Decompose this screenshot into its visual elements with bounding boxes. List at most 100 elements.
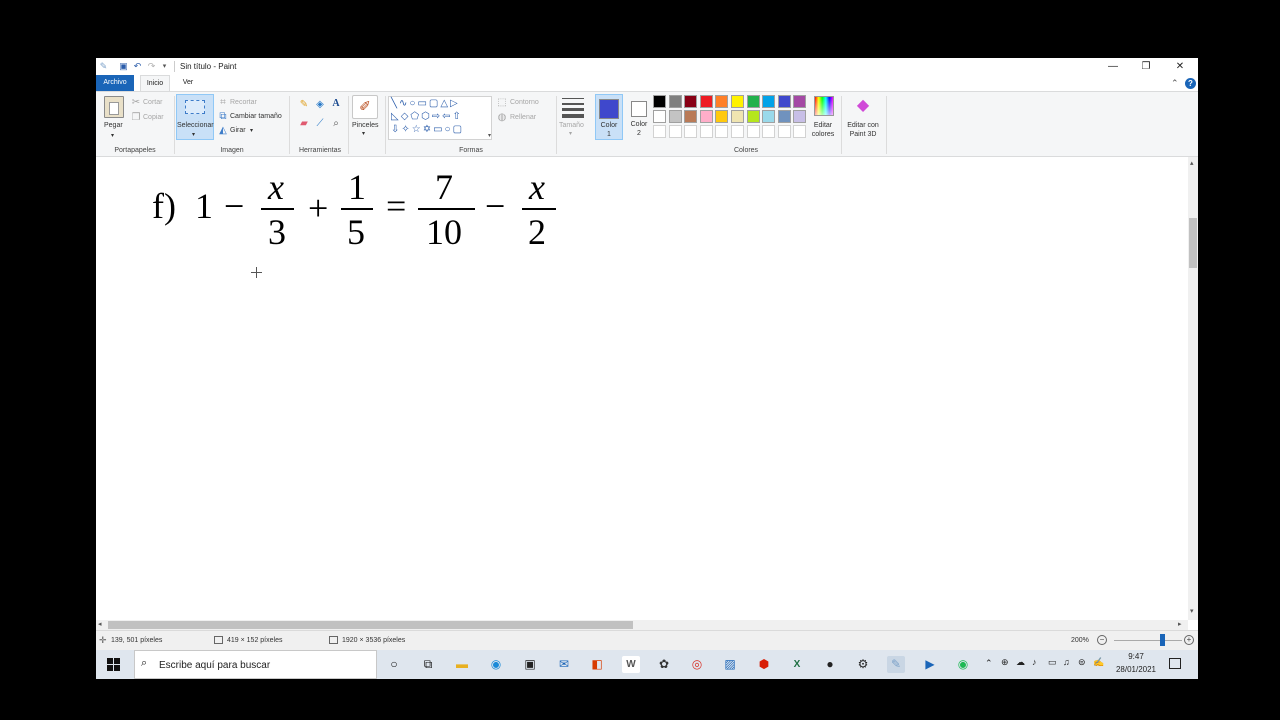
tab-file[interactable]: Archivo: [96, 75, 134, 91]
mail-icon[interactable]: ✉: [555, 656, 573, 673]
collapse-ribbon-icon[interactable]: ⌃: [1171, 78, 1179, 89]
scroll-down-icon[interactable]: ▾: [1190, 607, 1194, 615]
palette-swatch[interactable]: [746, 125, 760, 138]
scroll-up-icon[interactable]: ▴: [1190, 159, 1194, 167]
outline-label[interactable]: Contorno: [510, 99, 539, 106]
excel-icon[interactable]: X: [788, 656, 806, 673]
settings-gear-icon[interactable]: ⚙: [854, 656, 872, 673]
palette-swatch[interactable]: [653, 95, 666, 108]
palette-swatch[interactable]: [668, 95, 682, 108]
brushes-label[interactable]: Pinceles: [352, 122, 378, 129]
pen-icon[interactable]: ✍: [1093, 657, 1104, 668]
cut-label[interactable]: Cortar: [143, 99, 162, 106]
crop-label[interactable]: Recortar: [230, 99, 257, 106]
office-icon[interactable]: ◧: [588, 656, 606, 673]
select-button[interactable]: Seleccionar ▾: [176, 94, 214, 140]
rotate-dropdown-icon[interactable]: ▾: [250, 127, 253, 134]
clock-date[interactable]: 28/01/2021: [1109, 665, 1163, 674]
save-icon[interactable]: ▣: [118, 61, 129, 72]
undo-icon[interactable]: ↶: [132, 61, 143, 72]
scroll-right-icon[interactable]: ▸: [1178, 620, 1182, 628]
edit-colors-label[interactable]: Editar: [808, 122, 838, 129]
fill-icon[interactable]: ◈: [314, 99, 326, 111]
taskbar-search-box[interactable]: ⌕ Escribe aquí para buscar: [134, 650, 377, 679]
brushes-button[interactable]: ✐: [352, 95, 378, 119]
tab-view[interactable]: Ver: [176, 75, 200, 91]
brushes-dropdown-icon[interactable]: ▾: [362, 130, 365, 137]
palette-swatch[interactable]: [777, 110, 791, 123]
zoom-slider-track[interactable]: [1114, 640, 1182, 641]
palette-swatch[interactable]: [777, 125, 791, 138]
clock-time[interactable]: 9:47: [1109, 652, 1163, 661]
size-dropdown-icon[interactable]: ▾: [569, 130, 572, 137]
horizontal-scroll-thumb[interactable]: [108, 621, 633, 629]
wps-icon[interactable]: W: [622, 656, 640, 673]
tray-icon[interactable]: ⊕: [1001, 657, 1009, 668]
notifications-icon[interactable]: [1169, 658, 1181, 669]
palette-swatch[interactable]: [731, 110, 744, 123]
video-editor-icon[interactable]: ▶: [921, 656, 939, 673]
shapes-gallery[interactable]: ╲∿○▭▢△▷ ◺◇⬠⬡⇨⇦⇧ ⇩✧☆✡▭○▢: [388, 96, 492, 140]
copy-icon[interactable]: ❐: [131, 112, 141, 124]
crop-icon[interactable]: ⌗: [218, 97, 228, 109]
shapes-row[interactable]: ╲∿○▭▢△▷: [391, 97, 491, 110]
palette-swatch[interactable]: [762, 95, 776, 108]
resize-icon[interactable]: ⧉: [218, 111, 228, 123]
scroll-left-icon[interactable]: ◂: [98, 620, 102, 628]
rotate-label[interactable]: Girar: [230, 127, 246, 134]
resize-label[interactable]: Cambiar tamaño: [230, 113, 282, 120]
restore-button[interactable]: ❐: [1129, 58, 1163, 75]
tab-home[interactable]: Inicio: [140, 75, 170, 91]
tray-chevron-icon[interactable]: ⌃: [985, 658, 993, 669]
palette-swatch[interactable]: [715, 125, 729, 138]
palette-swatch[interactable]: [668, 125, 682, 138]
text-icon[interactable]: A: [330, 98, 342, 110]
edit-colors-icon[interactable]: [814, 96, 834, 116]
eraser-icon[interactable]: ▰: [298, 118, 310, 130]
palette-swatch[interactable]: [699, 95, 713, 108]
customize-toolbar-icon[interactable]: ▾: [159, 61, 170, 72]
paste-label[interactable]: Pegar: [104, 122, 123, 129]
palette-swatch[interactable]: [793, 95, 807, 108]
shapes-more-icon[interactable]: ▾: [488, 132, 491, 139]
battery-icon[interactable]: ▭: [1048, 657, 1057, 668]
palette-swatch[interactable]: [762, 110, 776, 123]
palette-swatch[interactable]: [715, 95, 729, 108]
shapes-row[interactable]: ◺◇⬠⬡⇨⇦⇧: [391, 110, 491, 123]
chrome-icon[interactable]: ◎: [688, 656, 706, 673]
paint3d-label[interactable]: Editar con: [842, 122, 884, 129]
color1-button[interactable]: Color 1: [595, 94, 623, 140]
palette-swatch[interactable]: [746, 95, 760, 108]
photos-icon[interactable]: ▨: [721, 656, 739, 673]
magnifier-icon[interactable]: ⌕: [330, 118, 342, 130]
windows-start-icon[interactable]: [107, 658, 120, 671]
paste-icon[interactable]: [104, 96, 124, 118]
palette-swatch[interactable]: [731, 125, 744, 138]
shapes-row[interactable]: ⇩✧☆✡▭○▢: [391, 123, 491, 136]
zoom-out-icon[interactable]: −: [1097, 635, 1107, 645]
color-picker-icon[interactable]: ⟋: [314, 118, 326, 130]
zoom-slider-thumb[interactable]: [1159, 634, 1165, 646]
file-explorer-icon[interactable]: ▬: [453, 656, 471, 673]
palette-swatch[interactable]: [793, 125, 807, 138]
palette-swatch[interactable]: [699, 125, 713, 138]
palette-swatch[interactable]: [699, 110, 713, 123]
palette-swatch[interactable]: [746, 110, 760, 123]
color2-button[interactable]: Color 2: [626, 94, 652, 140]
outline-icon[interactable]: ⬚: [497, 97, 507, 109]
edit-colors-label-2[interactable]: colores: [808, 131, 838, 138]
task-view-icon[interactable]: ⧉: [419, 656, 437, 673]
paint3d-icon[interactable]: ◆: [853, 97, 873, 115]
zoom-in-icon[interactable]: +: [1184, 635, 1194, 645]
volume-icon[interactable]: ♫: [1063, 657, 1070, 667]
redo-icon[interactable]: ↷: [146, 61, 157, 72]
size-icon[interactable]: [560, 96, 586, 120]
palette-swatch[interactable]: [777, 95, 791, 108]
palette-swatch[interactable]: [668, 110, 682, 123]
size-label[interactable]: Tamaño: [559, 122, 584, 129]
cut-icon[interactable]: ✂: [131, 97, 141, 109]
cortana-icon[interactable]: ○: [385, 656, 403, 673]
rotate-icon[interactable]: ◭: [218, 125, 228, 137]
fill-shape-icon[interactable]: ◍: [497, 112, 507, 124]
network-icon[interactable]: ⊜: [1078, 657, 1086, 668]
